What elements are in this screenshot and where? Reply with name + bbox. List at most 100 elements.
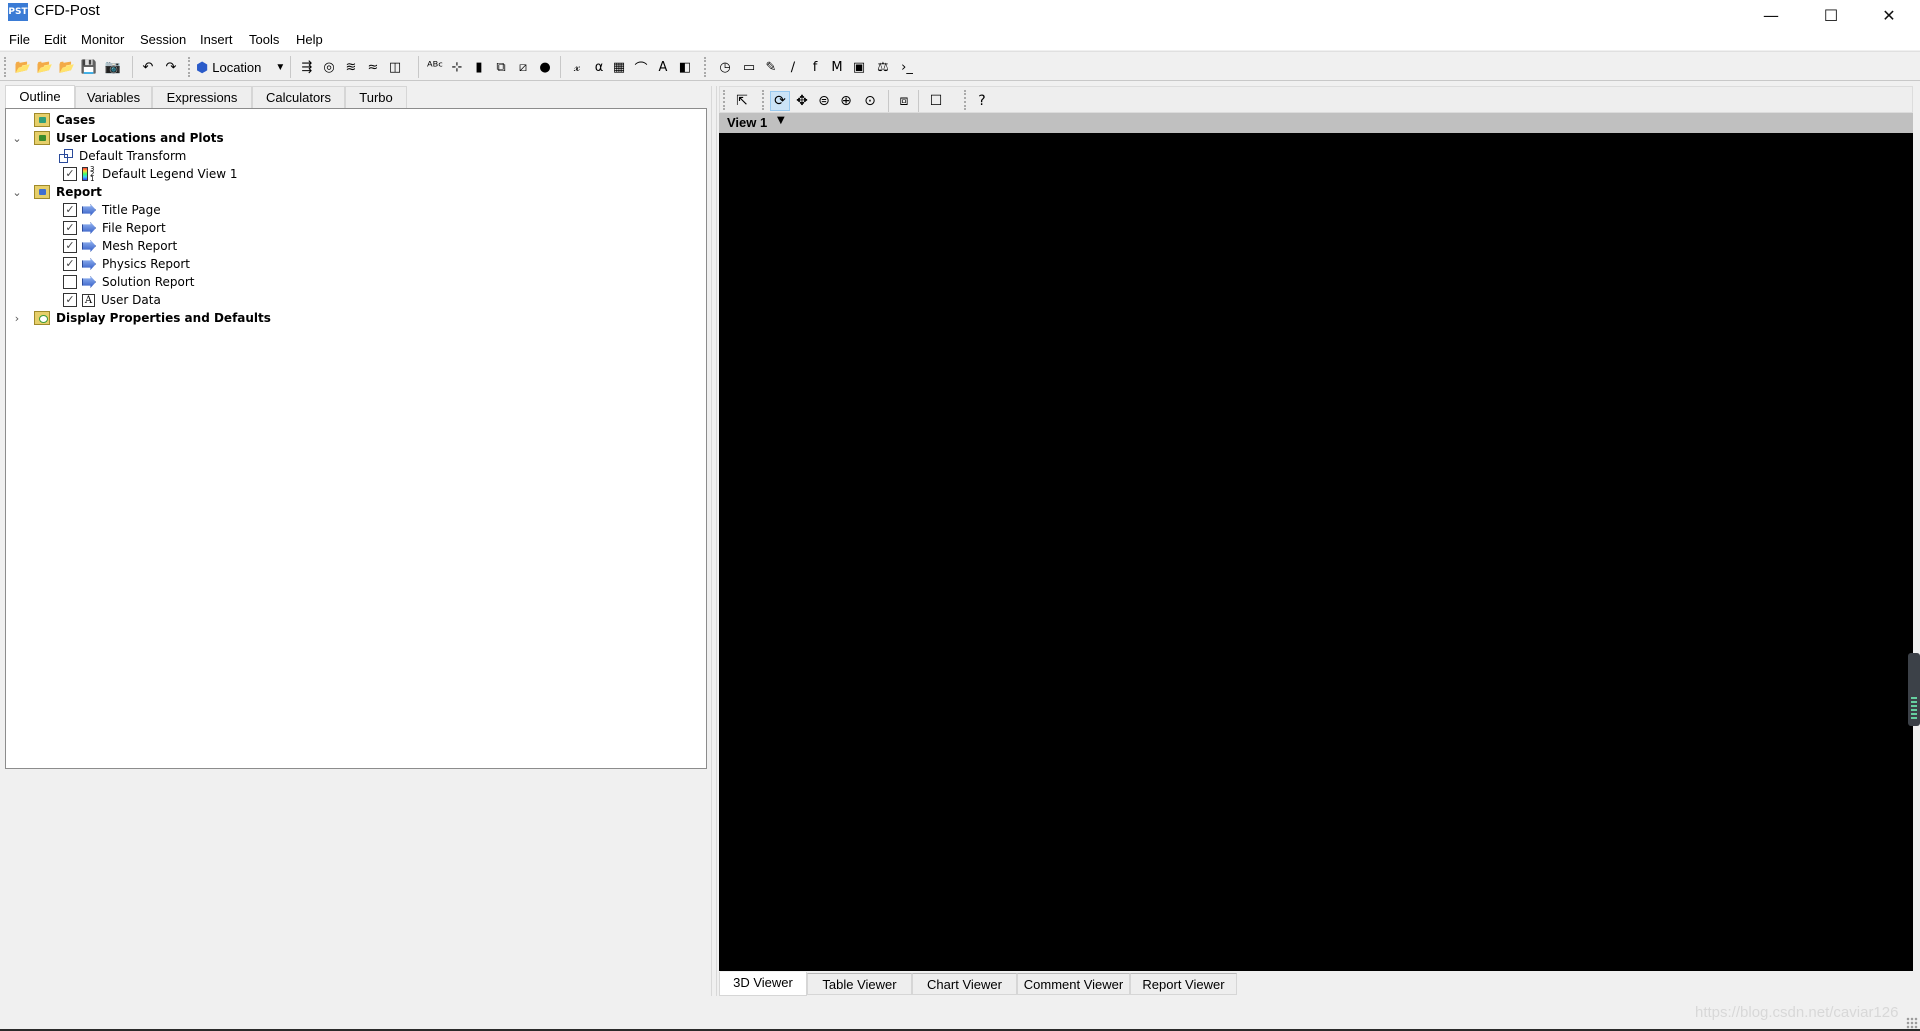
viewport-layout-button[interactable]: ☐: [926, 91, 946, 111]
load-results-button[interactable]: 📂: [36, 58, 54, 76]
variable-icon: 𝓍: [573, 59, 581, 75]
menu-edit[interactable]: Edit: [44, 32, 66, 47]
menu-monitor[interactable]: Monitor: [81, 32, 124, 47]
toolbar-grip[interactable]: [4, 57, 7, 77]
minimize-button[interactable]: —: [1748, 0, 1794, 30]
resize-grip[interactable]: [1906, 1017, 1918, 1029]
location-button[interactable]: ⬢ Location ▼: [196, 56, 285, 78]
tab-outline[interactable]: Outline: [5, 85, 75, 109]
contour-button[interactable]: ◎: [320, 58, 338, 76]
tree-item-report-title-page[interactable]: ✓ Title Page: [63, 201, 161, 219]
rotate-button[interactable]: ⟳: [770, 91, 790, 111]
color-map-button[interactable]: ●: [536, 58, 554, 76]
zoom-button[interactable]: ⊜: [814, 91, 834, 111]
tab-chart-viewer[interactable]: Chart Viewer: [912, 973, 1017, 995]
tab-turbo[interactable]: Turbo: [345, 86, 407, 108]
redo-button[interactable]: ↷: [162, 58, 180, 76]
toolbar-grip[interactable]: [188, 57, 191, 77]
tab-variables[interactable]: Variables: [75, 86, 152, 108]
clip-plane-button[interactable]: ⧄: [514, 58, 532, 76]
expand-caret-icon[interactable]: ⌄: [11, 133, 23, 145]
visibility-checkbox[interactable]: [63, 275, 77, 289]
undo-button[interactable]: ↶: [139, 58, 157, 76]
volume-rendering-button[interactable]: ◫: [386, 58, 404, 76]
particle-track-button[interactable]: ≈: [364, 58, 382, 76]
toolbar-grip[interactable]: [762, 90, 765, 110]
tree-item-report-mesh-report[interactable]: ✓ Mesh Report: [63, 237, 177, 255]
chart-button[interactable]: ⌒: [632, 58, 650, 77]
visibility-checkbox[interactable]: ✓: [63, 239, 77, 253]
help-button[interactable]: ?: [972, 91, 992, 111]
toolbar-grip[interactable]: [704, 57, 707, 77]
3d-viewport[interactable]: [719, 133, 1913, 971]
visibility-checkbox[interactable]: ✓: [63, 257, 77, 271]
panel-splitter[interactable]: [711, 86, 717, 996]
close-state-button[interactable]: 📂: [58, 58, 76, 76]
view-dropdown-icon[interactable]: ▼: [777, 115, 785, 126]
table-button[interactable]: ▦: [610, 58, 628, 76]
tab-calculators[interactable]: Calculators: [252, 86, 345, 108]
save-state-button[interactable]: 💾: [80, 58, 98, 76]
tab-comment-viewer[interactable]: Comment Viewer: [1017, 973, 1130, 995]
menu-session[interactable]: Session: [140, 32, 186, 47]
menu-tools[interactable]: Tools: [249, 32, 279, 47]
toolbar-grip[interactable]: [964, 90, 967, 110]
case-comparison-button[interactable]: ⚖: [874, 58, 892, 76]
tree-item-display-properties[interactable]: Display Properties and Defaults: [34, 309, 271, 327]
tree-item-report[interactable]: Report: [34, 183, 102, 201]
vector-button[interactable]: ⇶: [298, 58, 316, 76]
expand-caret-icon[interactable]: ⌄: [11, 187, 23, 199]
view-title[interactable]: View 1: [727, 115, 767, 130]
probe-button[interactable]: ∕: [784, 58, 802, 76]
highlight-button[interactable]: ⧈: [894, 91, 914, 111]
expression-button[interactable]: α: [590, 58, 608, 76]
collapse-caret-icon[interactable]: ›: [11, 313, 23, 325]
tree-item-report-physics-report[interactable]: ✓ Physics Report: [63, 255, 190, 273]
pan-button[interactable]: ✥: [792, 91, 812, 111]
tree-item-user-locations[interactable]: User Locations and Plots: [34, 129, 224, 147]
zoom-fit-button[interactable]: ⊙: [860, 91, 880, 111]
save-picture-button[interactable]: 📷: [104, 58, 122, 76]
visibility-checkbox[interactable]: ✓: [63, 203, 77, 217]
tree-item-default-transform[interactable]: Default Transform: [59, 147, 186, 165]
figure-button[interactable]: ◧: [676, 58, 694, 76]
menu-insert[interactable]: Insert: [200, 32, 233, 47]
tree-item-report-file-report[interactable]: ✓ File Report: [63, 219, 166, 237]
tree-item-report-user-data[interactable]: ✓ A User Data: [63, 291, 161, 309]
tab-expressions[interactable]: Expressions: [152, 86, 252, 108]
visibility-checkbox[interactable]: ✓: [63, 293, 77, 307]
variable-button[interactable]: 𝓍: [568, 58, 586, 76]
load-state-button[interactable]: 📂: [14, 58, 32, 76]
timestep-film-button[interactable]: ▭: [740, 58, 758, 76]
visibility-checkbox[interactable]: ✓: [63, 221, 77, 235]
quick-editor-button[interactable]: ✎: [762, 58, 780, 76]
side-drawer-handle[interactable]: [1908, 653, 1920, 726]
command-editor-button[interactable]: ›_: [898, 58, 916, 76]
streamline-button[interactable]: ≋: [342, 58, 360, 76]
tree-item-default-legend[interactable]: ✓ 321 Default Legend View 1: [63, 165, 237, 183]
mesh-calculator-button[interactable]: ▣: [850, 58, 868, 76]
help-icon: ?: [978, 93, 986, 109]
menu-file[interactable]: File: [9, 32, 30, 47]
legend-button[interactable]: ▮: [470, 58, 488, 76]
comment-button[interactable]: A: [654, 58, 672, 76]
text-button[interactable]: ᴬᴮᶜ: [426, 58, 444, 76]
maximize-button[interactable]: ☐: [1808, 0, 1854, 30]
tab-report-viewer[interactable]: Report Viewer: [1130, 973, 1237, 995]
tree-item-cases[interactable]: Cases: [34, 111, 95, 129]
tab-3d-viewer[interactable]: 3D Viewer: [719, 972, 807, 996]
tree-item-report-solution-report[interactable]: Solution Report: [63, 273, 194, 291]
menu-help[interactable]: Help: [296, 32, 323, 47]
instance-transform-button[interactable]: ⧉: [492, 58, 510, 76]
tree-item-label: Display Properties and Defaults: [56, 311, 271, 325]
macro-calculator-button[interactable]: M: [828, 58, 846, 76]
tab-table-viewer[interactable]: Table Viewer: [807, 973, 912, 995]
close-button[interactable]: ✕: [1866, 0, 1912, 30]
coordinate-frame-button[interactable]: ⊹: [448, 58, 466, 76]
zoom-box-button[interactable]: ⊕: [836, 91, 856, 111]
visibility-checkbox[interactable]: ✓: [63, 167, 77, 181]
toolbar-grip[interactable]: [723, 90, 726, 110]
function-calculator-button[interactable]: f: [806, 58, 824, 76]
animation-clock-button[interactable]: ◷: [716, 58, 734, 76]
select-button[interactable]: ⇱: [732, 91, 752, 111]
